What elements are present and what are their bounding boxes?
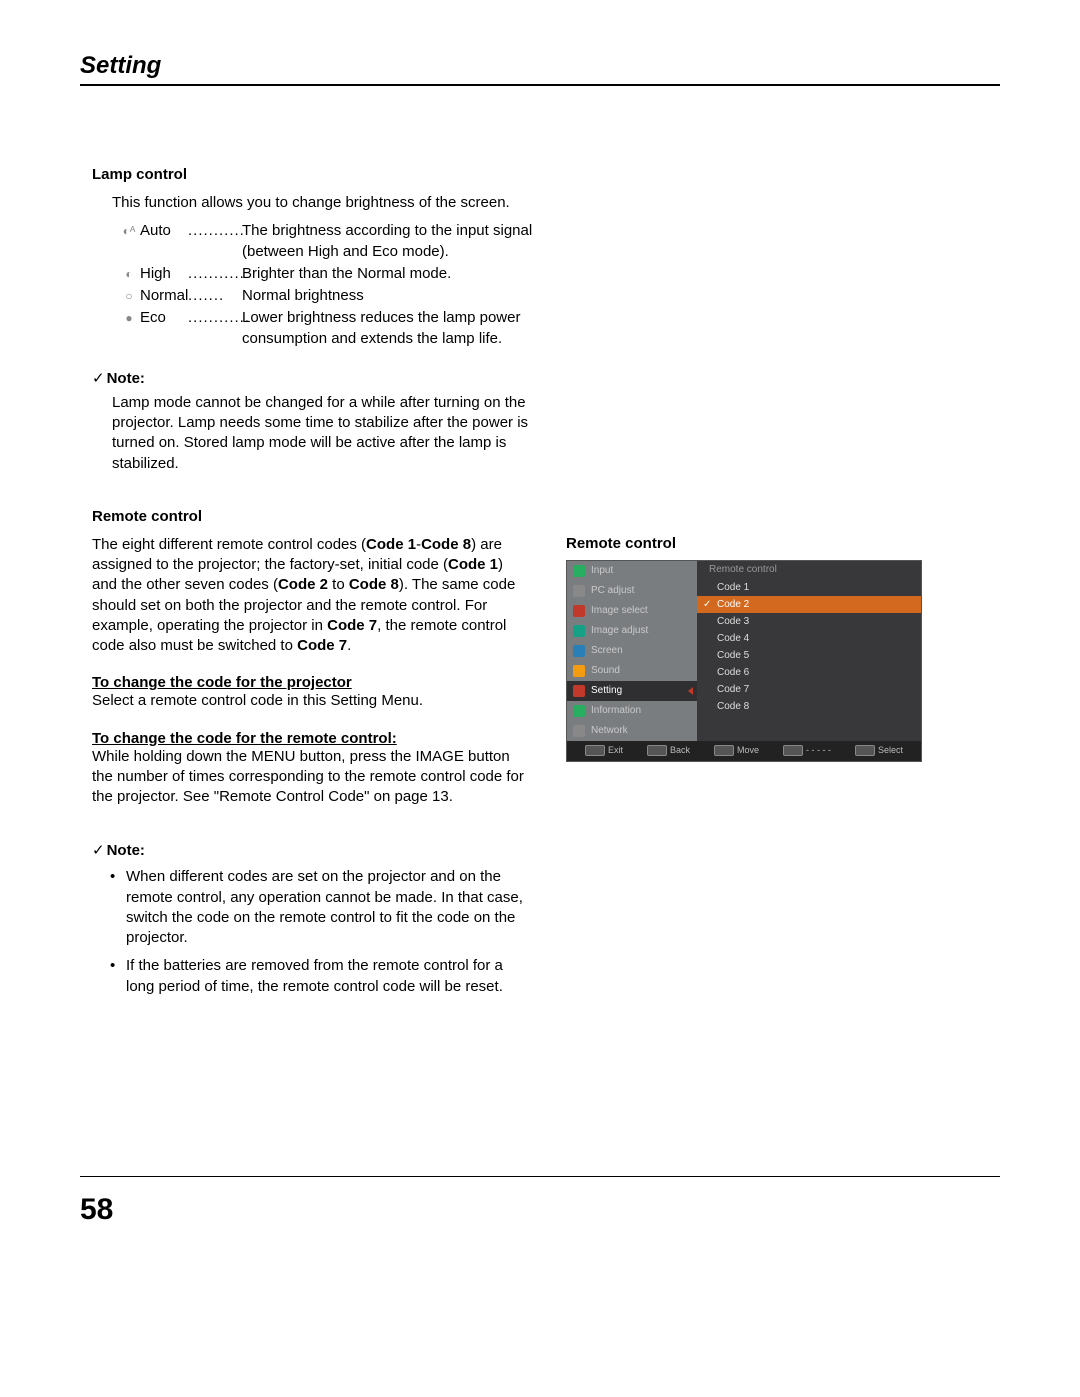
lamp-auto-desc: The brightness according to the input si… bbox=[242, 221, 582, 262]
code-row-2[interactable]: Code 2 bbox=[697, 596, 921, 613]
note-2-bullet-1: When different codes are set on the proj… bbox=[114, 867, 532, 948]
osd-item-information[interactable]: Information bbox=[567, 701, 697, 721]
pc-adjust-icon bbox=[573, 585, 585, 597]
note-2-bullets: When different codes are set on the proj… bbox=[114, 867, 532, 997]
lamp-normal-desc: Normal brightness bbox=[242, 286, 582, 306]
remote-block: The eight different remote control codes… bbox=[92, 535, 1000, 1005]
information-icon bbox=[573, 705, 585, 717]
remote-intro-para: The eight different remote control codes… bbox=[92, 535, 532, 657]
note-1-body: Lamp mode cannot be changed for a while … bbox=[112, 393, 532, 474]
lamp-eco-dots: ............ bbox=[188, 308, 242, 328]
note-1-label: Note: bbox=[107, 370, 145, 387]
lamp-row-high: ◐ High ........... Brighter than the Nor… bbox=[118, 264, 1000, 284]
osd-item-setting[interactable]: Setting bbox=[567, 681, 697, 701]
screen-icon bbox=[573, 645, 585, 657]
page-number: 58 bbox=[80, 1193, 113, 1227]
remote-control-figure: Remote control Input PC adjust Image sel… bbox=[566, 535, 922, 762]
lamp-normal-dots: ....... bbox=[188, 286, 242, 306]
osd-item-image-adjust[interactable]: Image adjust bbox=[567, 621, 697, 641]
lamp-eco-icon: ● bbox=[118, 308, 140, 326]
lamp-eco-desc: Lower brightness reduces the lamp power … bbox=[242, 308, 582, 349]
code-row-5[interactable]: Code 5 bbox=[697, 647, 921, 664]
change-code-projector-body: Select a remote control code in this Set… bbox=[92, 691, 532, 711]
lamp-auto-dots: ........... bbox=[188, 221, 242, 241]
code-row-7[interactable]: Code 7 bbox=[697, 681, 921, 698]
lamp-row-eco: ● Eco ............ Lower brightness redu… bbox=[118, 308, 1000, 349]
lamp-normal-label: Normal bbox=[140, 286, 188, 306]
lamp-row-normal: ○ Normal ....... Normal brightness bbox=[118, 286, 1000, 306]
lamp-eco-label: Eco bbox=[140, 308, 188, 328]
lamp-control-heading: Lamp control bbox=[92, 166, 1000, 183]
check-icon: ✓ bbox=[92, 370, 105, 387]
osd-footer: Exit Back Move - - - - - Select bbox=[567, 741, 921, 761]
osd-item-screen[interactable]: Screen bbox=[567, 641, 697, 661]
sound-icon bbox=[573, 665, 585, 677]
lamp-high-label: High bbox=[140, 264, 188, 284]
note-2-label: Note: bbox=[107, 842, 145, 859]
setting-icon bbox=[573, 685, 585, 697]
osd-item-image-select[interactable]: Image select bbox=[567, 601, 697, 621]
image-adjust-icon bbox=[573, 625, 585, 637]
lamp-auto-label: Auto bbox=[140, 221, 188, 241]
change-code-remote-heading: To change the code for the remote contro… bbox=[92, 730, 532, 747]
osd-item-pc-adjust[interactable]: PC adjust bbox=[567, 581, 697, 601]
osd-panel: Remote control Code 1 Code 2 Code 3 Code… bbox=[697, 561, 921, 741]
lamp-high-dots: ........... bbox=[188, 264, 242, 284]
network-icon bbox=[573, 725, 585, 737]
osd-footer-exit: Exit bbox=[585, 745, 623, 756]
osd-item-sound[interactable]: Sound bbox=[567, 661, 697, 681]
page: Setting Lamp control This function allow… bbox=[0, 0, 1080, 1397]
lamp-high-desc: Brighter than the Normal mode. bbox=[242, 264, 582, 284]
osd-sidebar: Input PC adjust Image select Image adjus… bbox=[567, 561, 697, 741]
osd-footer-move: Move bbox=[714, 745, 759, 756]
figure-title: Remote control bbox=[566, 535, 922, 552]
code-row-3[interactable]: Code 3 bbox=[697, 613, 921, 630]
osd-menu: Input PC adjust Image select Image adjus… bbox=[566, 560, 922, 762]
note-2-heading: ✓Note: bbox=[92, 841, 532, 859]
code-row-6[interactable]: Code 6 bbox=[697, 664, 921, 681]
code-row-8[interactable]: Code 8 bbox=[697, 698, 921, 715]
section-title: Setting bbox=[80, 52, 1000, 86]
content-column: Lamp control This function allows you to… bbox=[80, 166, 1000, 1005]
remote-text-column: The eight different remote control codes… bbox=[92, 535, 532, 1005]
osd-footer-select: Select bbox=[855, 745, 903, 756]
lamp-high-icon: ◐ bbox=[118, 264, 140, 282]
osd-item-network[interactable]: Network bbox=[567, 721, 697, 741]
lamp-mode-list: ◐ᴬ Auto ........... The brightness accor… bbox=[118, 221, 1000, 349]
lamp-auto-icon: ◐ᴬ bbox=[118, 221, 140, 239]
lamp-normal-icon: ○ bbox=[118, 286, 140, 304]
check-icon: ✓ bbox=[92, 842, 105, 859]
image-select-icon bbox=[573, 605, 585, 617]
lamp-intro: This function allows you to change brigh… bbox=[112, 193, 1000, 213]
osd-item-input[interactable]: Input bbox=[567, 561, 697, 581]
input-icon bbox=[573, 565, 585, 577]
footer-rule bbox=[80, 1176, 1000, 1177]
lamp-row-auto: ◐ᴬ Auto ........... The brightness accor… bbox=[118, 221, 1000, 262]
note-1-heading: ✓Note: bbox=[92, 369, 1000, 387]
osd-panel-title: Remote control bbox=[697, 561, 921, 579]
code-row-1[interactable]: Code 1 bbox=[697, 579, 921, 596]
change-code-remote-body: While holding down the MENU button, pres… bbox=[92, 747, 532, 808]
remote-control-heading: Remote control bbox=[92, 508, 1000, 525]
code-row-4[interactable]: Code 4 bbox=[697, 630, 921, 647]
osd-footer-dashes: - - - - - bbox=[783, 745, 831, 756]
note-2-bullet-2: If the batteries are removed from the re… bbox=[114, 956, 532, 997]
osd-footer-back: Back bbox=[647, 745, 690, 756]
change-code-projector-heading: To change the code for the projector bbox=[92, 674, 532, 691]
